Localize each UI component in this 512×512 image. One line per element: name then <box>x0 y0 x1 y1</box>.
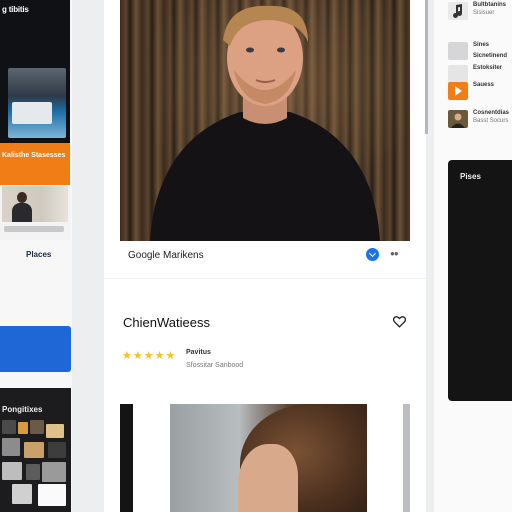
verified-icon[interactable] <box>366 248 379 261</box>
left-feed-title: g tibitis <box>2 5 29 14</box>
heart-icon[interactable] <box>393 316 406 328</box>
right-item-title: Sines <box>473 42 490 48</box>
star-icon: ★ <box>143 350 154 362</box>
bottom-portrait-image[interactable] <box>170 404 367 512</box>
right-list-item[interactable]: Cosnentdias Basst Socurs <box>448 108 512 130</box>
music-note-icon <box>448 2 468 20</box>
left-promo-banner[interactable] <box>0 143 70 185</box>
right-dark-card-title: Pises <box>460 172 481 181</box>
rating-subtext: Sfossitar Sanbood <box>186 362 244 369</box>
avatar-icon <box>448 110 468 128</box>
right-list-item[interactable]: Bultbtanins Sisisuer <box>448 0 512 22</box>
star-icon: ★ <box>132 350 143 362</box>
section-divider <box>104 278 426 279</box>
star-icon: ★ <box>122 350 132 362</box>
left-dark-card-title: Pongitixes <box>2 405 43 414</box>
star-icon: ★ <box>165 350 176 362</box>
person-portrait-icon <box>150 5 380 241</box>
right-item-title: Cosnentdias <box>473 110 510 116</box>
right-scrollbar[interactable] <box>425 0 428 134</box>
hero-caption[interactable]: Google Marikens <box>128 250 204 261</box>
play-icon <box>448 82 468 100</box>
right-item-title: Bultbtanins <box>473 2 506 8</box>
right-item-subtitle: Basst Socurs <box>473 118 509 124</box>
right-dark-card[interactable] <box>448 160 512 401</box>
star-icon: ★ <box>154 350 165 362</box>
more-options-icon[interactable]: ●● <box>390 249 399 258</box>
right-list-item[interactable]: Sauess <box>448 80 512 102</box>
hero-image[interactable] <box>120 0 410 241</box>
right-item-title: Sauess <box>473 82 495 88</box>
left-promo-text: Kalisthe Stasesses <box>2 152 66 159</box>
left-blue-button[interactable] <box>0 326 71 372</box>
bottom-image-edge <box>120 404 133 512</box>
left-video-caption-placeholder <box>4 226 64 232</box>
star-rating: ★ ★ ★ ★ ★ <box>122 350 175 362</box>
bottom-scrollbar[interactable] <box>403 404 410 512</box>
listing-title[interactable]: ChienWatieess <box>123 315 210 330</box>
left-photo-mosaic[interactable] <box>2 420 68 508</box>
left-places-link[interactable]: Places <box>26 250 51 259</box>
right-item-subtitle: Sisisuer <box>473 10 495 16</box>
left-feed-thumbnail-overlay <box>12 102 52 124</box>
person-icon <box>12 192 32 222</box>
rating-label: Pavitus <box>186 349 211 356</box>
right-item-title: Sicnetinend <box>473 53 508 59</box>
right-item-title: Estoksiter <box>473 65 503 71</box>
